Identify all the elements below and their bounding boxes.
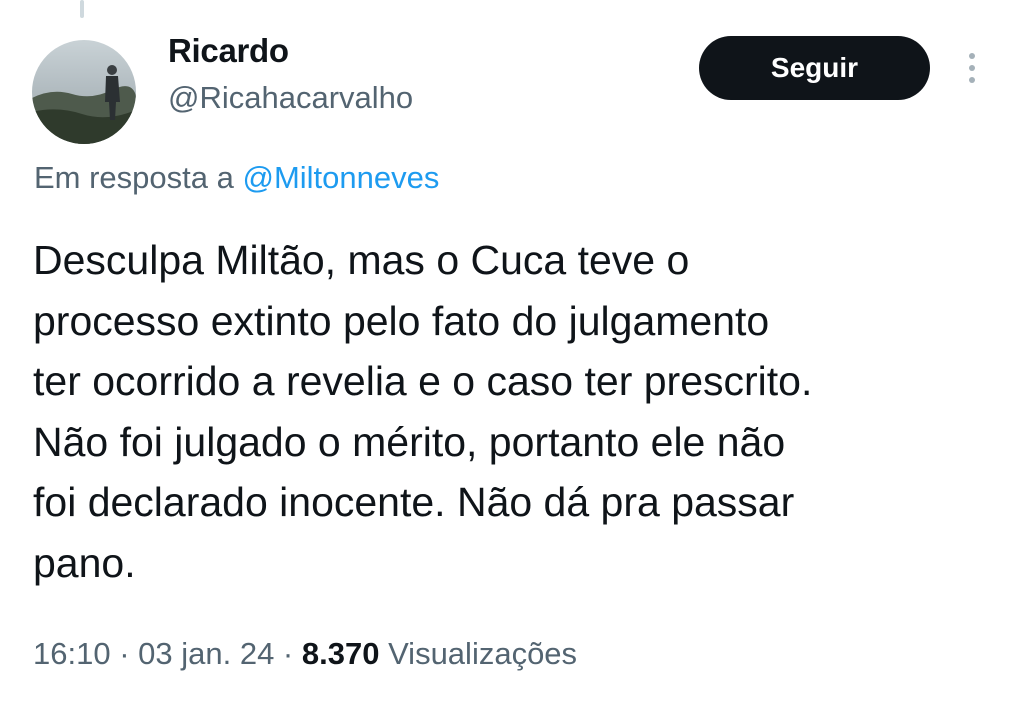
tweet-metadata: 16:10 · 03 jan. 24 · 8.370 Visualizações [33, 636, 577, 672]
tweet-date[interactable]: 03 jan. 24 [138, 636, 274, 671]
avatar[interactable] [32, 40, 136, 144]
tweet-time[interactable]: 16:10 [33, 636, 111, 671]
more-dot [969, 53, 975, 59]
views-label[interactable]: Visualizações [379, 636, 577, 671]
display-name[interactable]: Ricardo [168, 32, 289, 70]
more-options-icon[interactable] [956, 46, 988, 90]
thread-connector-line [80, 0, 84, 18]
views-count[interactable]: 8.370 [302, 636, 380, 671]
more-dot [969, 77, 975, 83]
meta-separator: · [274, 636, 302, 671]
follow-button[interactable]: Seguir [699, 36, 930, 100]
tweet-text: Desculpa Miltão, mas o Cuca teve o proce… [33, 237, 813, 586]
meta-separator: · [110, 636, 139, 671]
avatar-image [32, 40, 136, 144]
reply-prefix: Em resposta a [34, 160, 243, 195]
reply-mention-link[interactable]: @Miltonneves [242, 160, 439, 195]
user-handle[interactable]: @Ricahacarvalho [168, 80, 413, 116]
more-dot [969, 65, 975, 71]
reply-context: Em resposta a @Miltonneves [34, 160, 439, 196]
